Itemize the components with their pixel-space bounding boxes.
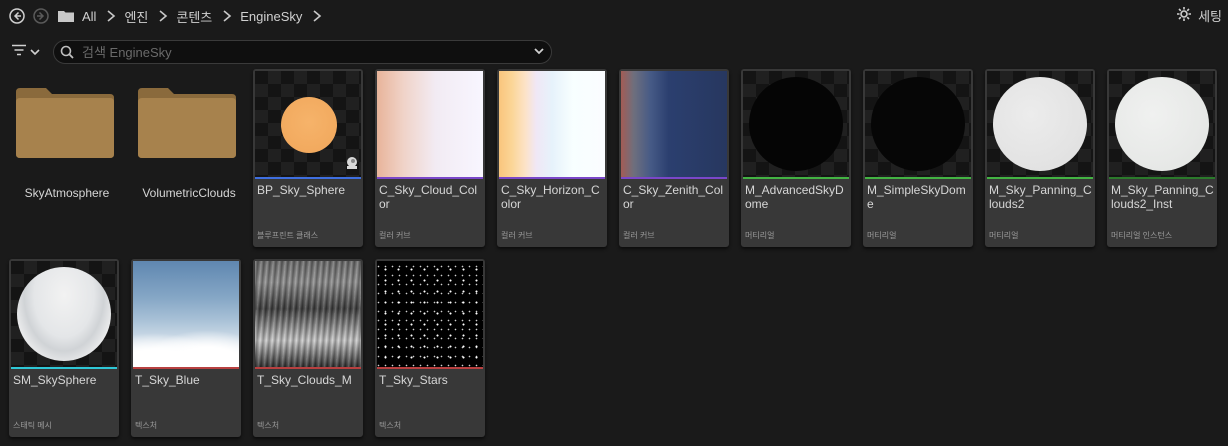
asset-name: M_AdvancedSkyDome xyxy=(745,183,844,211)
settings-button[interactable]: 세팅 xyxy=(1176,6,1222,25)
asset-type-bar xyxy=(255,177,361,179)
folder-icon xyxy=(16,88,114,158)
breadcrumb-engine[interactable]: 엔진 xyxy=(124,7,148,26)
asset-type: 스태틱 메시 xyxy=(13,421,53,430)
asset-thumbnail xyxy=(255,261,361,367)
asset-name: C_Sky_Cloud_Color xyxy=(379,183,478,211)
asset-thumbnail xyxy=(255,71,361,177)
asset-type: 블루프린트 클래스 xyxy=(257,231,319,240)
path-bar: All 엔진 콘텐츠 EngineSky 세팅 xyxy=(0,0,1228,32)
asset-tile-c-sky-cloud-color[interactable]: C_Sky_Cloud_Color 컬러 커브 xyxy=(375,69,485,247)
asset-name: C_Sky_Horizon_Color xyxy=(501,183,600,211)
asset-type: 머티리얼 xyxy=(867,231,897,240)
chevron-right-icon[interactable] xyxy=(158,10,168,22)
folder-tile-volumetricclouds[interactable]: VolumetricClouds xyxy=(134,70,244,248)
asset-type: 텍스처 xyxy=(135,421,158,430)
asset-thumbnail xyxy=(377,71,483,177)
asset-type: 텍스처 xyxy=(257,421,280,430)
asset-thumbnail xyxy=(743,71,849,177)
asset-thumbnail xyxy=(499,71,605,177)
asset-name: M_Sky_Panning_Clouds2 xyxy=(989,183,1092,211)
asset-type-bar xyxy=(1109,177,1215,179)
asset-type: 컬러 커브 xyxy=(623,231,655,240)
asset-name: BP_Sky_Sphere xyxy=(257,183,346,197)
asset-type-bar xyxy=(377,177,483,179)
asset-type-bar xyxy=(743,177,849,179)
chevron-right-icon[interactable] xyxy=(312,10,322,22)
sphere-preview xyxy=(749,77,843,171)
breadcrumb-enginesky[interactable]: EngineSky xyxy=(240,9,302,24)
sphere-preview xyxy=(281,97,337,153)
folder-icon[interactable] xyxy=(56,7,76,25)
asset-type: 머티리얼 xyxy=(989,231,1019,240)
folder-icon xyxy=(138,88,236,158)
asset-name: SM_SkySphere xyxy=(13,373,97,387)
chevron-down-icon xyxy=(30,43,40,61)
asset-type-bar xyxy=(11,367,117,369)
asset-name: M_SimpleSkyDome xyxy=(867,183,966,211)
asset-thumbnail xyxy=(865,71,971,177)
asset-tile-t-sky-blue[interactable]: T_Sky_Blue 텍스처 xyxy=(131,259,241,437)
asset-type: 머티리얼 인스턴스 xyxy=(1111,231,1173,240)
filter-icon xyxy=(12,43,26,61)
sphere-preview xyxy=(871,77,965,171)
asset-name: M_Sky_Panning_Clouds2_Inst xyxy=(1111,183,1214,211)
gear-icon xyxy=(1176,6,1192,25)
search-icon xyxy=(60,45,74,59)
asset-type: 텍스처 xyxy=(379,421,402,430)
sphere-preview xyxy=(1115,77,1209,171)
asset-type-bar xyxy=(133,367,239,369)
blueprint-badge-icon xyxy=(345,156,359,175)
settings-label: 세팅 xyxy=(1198,9,1222,24)
sphere-preview xyxy=(17,267,111,361)
filter-button[interactable] xyxy=(12,43,40,61)
asset-tile-m-advancedskydome[interactable]: M_AdvancedSkyDome 머티리얼 xyxy=(741,69,851,247)
asset-thumbnail xyxy=(1109,71,1215,177)
asset-tile-m-simpleskydome[interactable]: M_SimpleSkyDome 머티리얼 xyxy=(863,69,973,247)
folder-name: VolumetricClouds xyxy=(142,186,236,200)
asset-tile-bp-sky-sphere[interactable]: BP_Sky_Sphere 블루프린트 클래스 xyxy=(253,69,363,247)
asset-thumbnail xyxy=(621,71,727,177)
asset-type: 컬러 커브 xyxy=(379,231,411,240)
search-box[interactable] xyxy=(53,40,552,64)
asset-thumbnail xyxy=(11,261,117,367)
asset-type-bar xyxy=(499,177,605,179)
asset-type-bar xyxy=(255,367,361,369)
asset-name: T_Sky_Blue xyxy=(135,373,200,387)
breadcrumb-content[interactable]: 콘텐츠 xyxy=(176,7,212,26)
folder-name: SkyAtmosphere xyxy=(24,186,110,200)
folder-tile-skyatmosphere[interactable]: SkyAtmosphere xyxy=(12,70,122,248)
asset-thumbnail xyxy=(987,71,1093,177)
asset-type-bar xyxy=(865,177,971,179)
asset-name: T_Sky_Stars xyxy=(379,373,448,387)
chevron-right-icon[interactable] xyxy=(222,10,232,22)
asset-tile-c-sky-zenith-color[interactable]: C_Sky_Zenith_Color 컬러 커브 xyxy=(619,69,729,247)
asset-tile-t-sky-stars[interactable]: T_Sky_Stars 텍스처 xyxy=(375,259,485,437)
asset-tile-t-sky-clouds-m[interactable]: T_Sky_Clouds_M 텍스처 xyxy=(253,259,363,437)
asset-type-bar xyxy=(987,177,1093,179)
back-arrow-icon[interactable] xyxy=(8,7,26,25)
asset-name: C_Sky_Zenith_Color xyxy=(623,183,724,211)
chevron-right-icon[interactable] xyxy=(106,10,116,22)
asset-thumbnail xyxy=(133,261,239,367)
forward-arrow-icon[interactable] xyxy=(32,7,50,25)
asset-type-bar xyxy=(377,367,483,369)
asset-thumbnail xyxy=(377,261,483,367)
asset-tile-m-sky-panning-clouds2-inst[interactable]: M_Sky_Panning_Clouds2_Inst 머티리얼 인스턴스 xyxy=(1107,69,1217,247)
chevron-down-icon[interactable] xyxy=(533,45,545,57)
asset-tile-c-sky-horizon-color[interactable]: C_Sky_Horizon_Color 컬러 커브 xyxy=(497,69,607,247)
sphere-preview xyxy=(993,77,1087,171)
asset-name: T_Sky_Clouds_M xyxy=(257,373,352,387)
asset-tile-sm-skysphere[interactable]: SM_SkySphere 스태틱 메시 xyxy=(9,259,119,437)
asset-type: 컬러 커브 xyxy=(501,231,533,240)
asset-type: 머티리얼 xyxy=(745,231,775,240)
search-input[interactable] xyxy=(80,43,524,61)
asset-type-bar xyxy=(621,177,727,179)
breadcrumb-all[interactable]: All xyxy=(82,9,96,24)
clouds-overlay xyxy=(133,327,239,367)
asset-tile-m-sky-panning-clouds2[interactable]: M_Sky_Panning_Clouds2 머티리얼 xyxy=(985,69,1095,247)
